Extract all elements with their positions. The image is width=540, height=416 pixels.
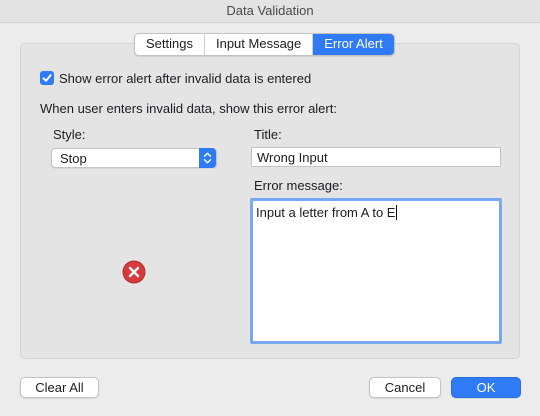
style-select-value: Stop [60, 151, 87, 166]
select-stepper-icon [199, 148, 216, 168]
show-error-alert-checkbox[interactable] [40, 71, 54, 85]
style-select[interactable]: Stop [51, 148, 217, 168]
instruction-text: When user enters invalid data, show this… [40, 101, 337, 116]
data-validation-dialog: Data Validation Settings Input Message E… [0, 0, 540, 416]
error-message-textarea[interactable]: Input a letter from A to E [250, 198, 502, 344]
ok-button[interactable]: OK [451, 377, 521, 398]
tab-bar: Settings Input Message Error Alert [134, 33, 395, 56]
style-label: Style: [53, 127, 86, 142]
text-caret [396, 205, 398, 220]
checkmark-icon [42, 74, 52, 82]
stop-error-icon [122, 260, 146, 287]
tab-input-message[interactable]: Input Message [205, 34, 314, 55]
show-error-alert-label: Show error alert after invalid data is e… [59, 70, 312, 86]
error-message-text: Input a letter from A to E [256, 205, 396, 220]
clear-all-button[interactable]: Clear All [20, 377, 99, 398]
error-message-label: Error message: [254, 178, 343, 193]
cancel-button[interactable]: Cancel [369, 377, 441, 398]
title-label: Title: [254, 127, 282, 142]
show-error-alert-row[interactable]: Show error alert after invalid data is e… [40, 70, 311, 86]
tab-error-alert[interactable]: Error Alert [313, 34, 394, 55]
tab-settings[interactable]: Settings [135, 34, 205, 55]
window-title: Data Validation [0, 0, 540, 23]
title-input[interactable]: Wrong Input [251, 147, 501, 167]
